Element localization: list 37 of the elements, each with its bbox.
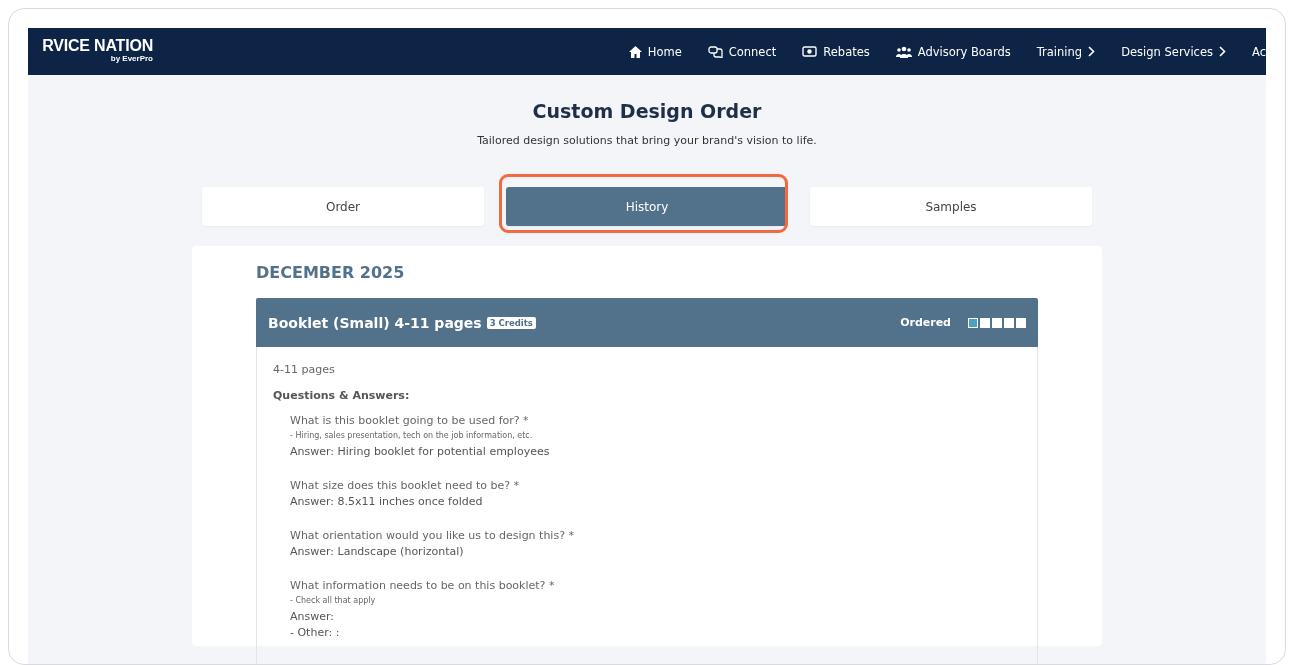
credits-badge: 3 Credits [486, 316, 536, 329]
order-status: Ordered [900, 316, 951, 329]
tab[interactable]: History [506, 187, 788, 226]
order-title: Booklet (Small) 4-11 pages [268, 314, 482, 331]
people-icon [895, 45, 912, 58]
page-title: Custom Design Order [532, 100, 762, 122]
answer-text: Answer: 8.5x11 inches once folded [290, 495, 484, 508]
question-hint: - Check all that apply [290, 596, 377, 605]
nav-link[interactable]: Training [1023, 44, 1109, 59]
nav-link[interactable]: Design Services [1108, 44, 1239, 59]
page-subtitle: Tailored design solutions that bring your brand's vision to life. [477, 134, 817, 147]
chevron-right-icon [1088, 46, 1096, 57]
banknote-icon [802, 46, 818, 57]
nav-link[interactable]: Home [615, 44, 695, 59]
question-text: What size does this booklet need to be? * [290, 479, 521, 492]
tab[interactable]: Order [202, 187, 484, 226]
nav-link[interactable]: Rebates [789, 44, 883, 59]
question-text: What information needs to be on this booklet? * [290, 579, 556, 592]
month-heading: DECEMBER 2025 [256, 263, 406, 282]
question-hint: - Hiring, sales presentation, tech on the job information, etc. [290, 431, 534, 440]
chevron-right-icon [1219, 46, 1226, 57]
nav-link[interactable]: Advisory Boards [882, 44, 1024, 59]
brand-logo-text: RVICE NATION [42, 36, 153, 54]
nav-link[interactable]: Ac [1239, 44, 1266, 59]
brand-tagline: by EverPro [110, 53, 153, 63]
home-icon [628, 45, 642, 58]
question-text: What is this booklet going to be used for? * [290, 414, 530, 427]
order-summary: 4-11 pages [273, 363, 336, 376]
answer-option: - Other: : [290, 626, 1021, 639]
answer-text: Answer: Hiring booklet for potential employees [290, 445, 551, 458]
nav-link[interactable]: Connect [694, 44, 790, 59]
question-text: What orientation would you like us to design this? * [290, 529, 575, 542]
qa-heading: Questions & Answers: [273, 389, 411, 402]
tab[interactable]: Samples [810, 187, 1092, 226]
answer-text: Answer: [290, 610, 336, 623]
chat-icon [707, 45, 723, 58]
answer-text: Answer: Landscape (horizontal) [290, 545, 465, 558]
